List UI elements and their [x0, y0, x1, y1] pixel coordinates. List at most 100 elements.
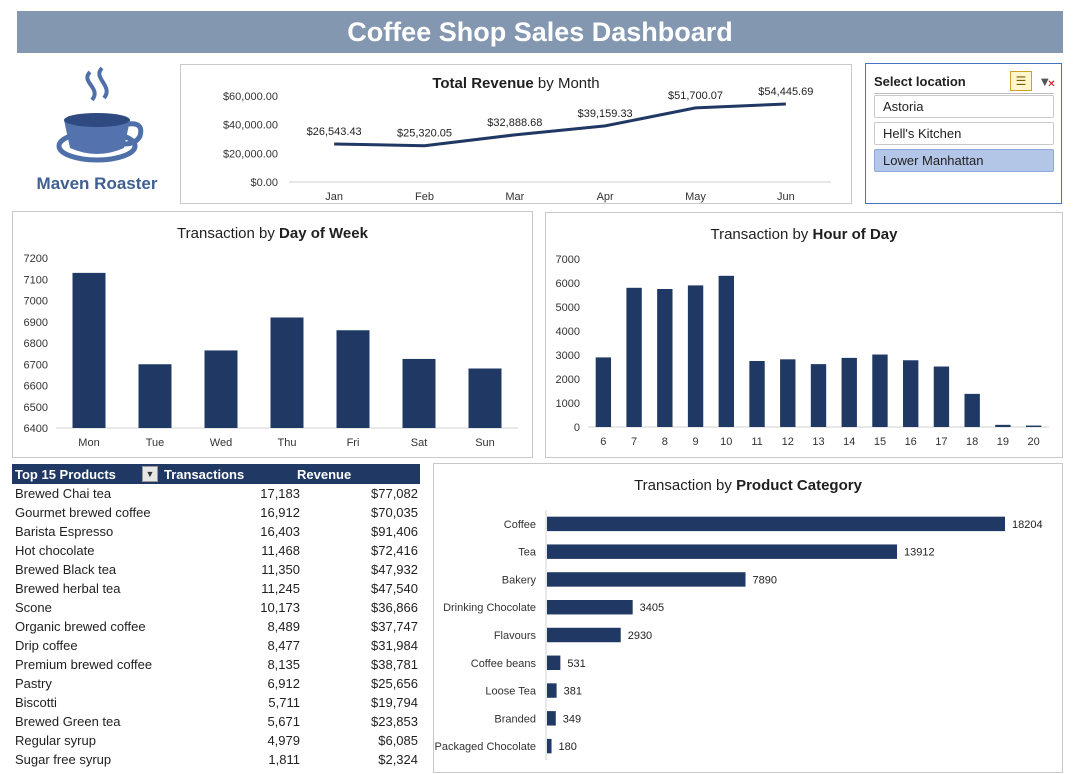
y-tick-label: 6500 [24, 402, 48, 414]
x-tick-label: Thu [278, 437, 297, 449]
table-row: Organic brewed coffee 8,489 $37,747 [12, 617, 420, 636]
multi-select-icon[interactable]: ☰ [1010, 71, 1032, 91]
x-tick-label: 11 [751, 436, 762, 448]
y-tick-label: 7000 [556, 254, 580, 266]
table-row: Drip coffee 8,477 $31,984 [12, 636, 420, 655]
bar [547, 683, 557, 698]
bar [270, 317, 304, 428]
data-label: $25,320.05 [397, 128, 452, 140]
product-name: Brewed Black tea [15, 562, 117, 577]
table-row: Brewed Chai tea 17,183 $77,082 [12, 484, 420, 503]
x-tick-label: Jun [777, 191, 795, 203]
header-transactions: Transactions [164, 467, 245, 482]
product-name: Organic brewed coffee [15, 619, 146, 634]
bar [872, 354, 888, 427]
y-tick-label: 6700 [24, 359, 48, 371]
bar [547, 711, 556, 726]
product-name: Brewed herbal tea [15, 581, 121, 596]
slicer-item-astoria[interactable]: Astoria [874, 95, 1054, 118]
transactions-value: 4,979 [267, 733, 300, 748]
bar [204, 350, 238, 428]
product-name: Hot chocolate [15, 543, 95, 558]
x-tick-label: 16 [905, 436, 917, 448]
transactions-value: 10,173 [260, 600, 300, 615]
header-products: Top 15 Products [15, 467, 116, 482]
x-tick-label: 17 [935, 436, 947, 448]
category-label: Coffee [504, 519, 536, 531]
x-tick-label: 7 [631, 436, 637, 448]
transactions-value: 8,477 [267, 638, 300, 653]
table-row: Brewed herbal tea 11,245 $47,540 [12, 579, 420, 598]
bar [780, 359, 796, 427]
revenue-value: $47,540 [371, 581, 418, 596]
product-name: Brewed Chai tea [15, 486, 112, 501]
revenue-chart-panel: Total Revenue by Month $0.00 $20,000.00 $4… [180, 64, 852, 204]
bar [718, 275, 734, 427]
category-label: Coffee beans [471, 658, 537, 670]
data-label: $39,159.33 [578, 108, 633, 120]
revenue-value: $38,781 [371, 657, 418, 672]
x-tick-label: 18 [966, 436, 978, 448]
y-tick-label: 1000 [556, 398, 580, 410]
revenue-value: $36,866 [371, 600, 418, 615]
transactions-value: 8,135 [267, 657, 300, 672]
table-row: Scone 10,173 $36,866 [12, 598, 420, 617]
data-label: 3405 [640, 602, 664, 614]
bar [547, 627, 621, 643]
product-name: Brewed Green tea [15, 714, 121, 729]
data-label: 2930 [628, 630, 652, 642]
transactions-value: 11,350 [261, 562, 300, 577]
bar [933, 366, 950, 427]
revenue-value: $25,656 [371, 676, 418, 691]
data-label: 13912 [904, 547, 935, 559]
table-row: Hot chocolate 11,468 $72,416 [12, 541, 420, 560]
revenue-value: $2,324 [378, 752, 418, 767]
category-label: Drinking Chocolate [443, 602, 536, 614]
bar [138, 364, 172, 428]
slicer-item-hells-kitchen[interactable]: Hell's Kitchen [874, 122, 1054, 145]
coffee-cup-icon [56, 66, 144, 163]
transactions-value: 5,711 [268, 695, 300, 710]
bar [72, 272, 106, 428]
x-tick-label: Apr [597, 191, 614, 203]
x-tick-label: Sat [411, 437, 428, 449]
hour-of-day-bar-chart: 0 1000 2000 3000 4000 5000 6000 7000 6 7 8 9 10 11 12 1… [556, 254, 1049, 448]
revenue-value: $6,085 [378, 733, 418, 748]
y-tick-label: 2000 [556, 374, 580, 386]
table-row: Pastry 6,912 $25,656 [12, 674, 420, 693]
table-row: Premium brewed coffee 8,135 $38,781 [12, 655, 420, 674]
y-tick-label: 6000 [556, 278, 580, 290]
slicer-item-lower-manhattan[interactable]: Lower Manhattan [874, 149, 1054, 172]
transactions-value: 11,468 [261, 543, 300, 558]
table-row: Sugar free syrup 1,811 $2,324 [12, 750, 420, 769]
y-tick-label: $40,000.00 [223, 120, 278, 132]
transactions-value: 5,671 [267, 714, 300, 729]
bar [626, 287, 642, 427]
bar [402, 358, 436, 428]
product-name: Pastry [15, 676, 52, 691]
revenue-value: $37,747 [371, 619, 418, 634]
data-label: 531 [567, 658, 585, 670]
data-label: $32,888.68 [487, 117, 542, 129]
transactions-value: 8,489 [267, 619, 300, 634]
x-tick-label: 12 [782, 436, 794, 448]
x-tick-label: Sun [475, 437, 495, 449]
x-tick-label: 10 [720, 436, 732, 448]
header-revenue: Revenue [297, 467, 352, 482]
product-name: Premium brewed coffee [15, 657, 153, 672]
location-slicer: Select location ☰ ▼ ✕ Astoria Hell's Kitc… [865, 63, 1062, 204]
revenue-value: $23,853 [371, 714, 418, 729]
filter-dropdown-icon[interactable]: ▼ [142, 466, 158, 482]
data-label: 349 [563, 713, 581, 725]
product-name: Sugar free syrup [15, 752, 112, 767]
clear-filter-icon[interactable]: ▼ ✕ [1038, 72, 1056, 90]
table-row: Brewed Green tea 5,671 $23,853 [12, 712, 420, 731]
bar [903, 360, 919, 427]
bar [810, 364, 827, 427]
bar [687, 285, 704, 427]
category-label: Loose Tea [485, 686, 536, 698]
y-tick-label: 4000 [556, 326, 580, 338]
y-tick-label: $20,000.00 [223, 148, 278, 160]
transactions-value: 17,183 [260, 486, 300, 501]
bar [468, 368, 502, 428]
